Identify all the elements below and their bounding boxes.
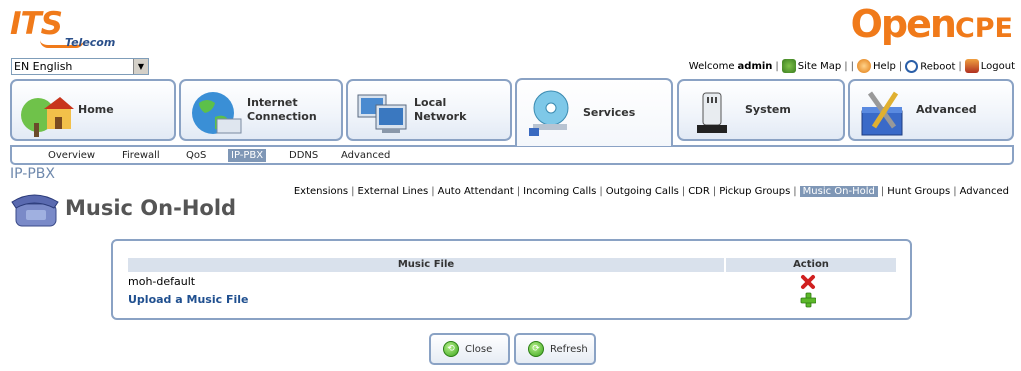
page-link-external-lines[interactable]: External Lines — [358, 186, 429, 197]
music-file-panel: Music File Action moh-default Upload a M… — [111, 239, 912, 320]
page-link-music-on-hold[interactable]: Music On-Hold — [799, 186, 878, 197]
username: admin — [737, 60, 773, 72]
reboot-link[interactable]: Reboot — [905, 59, 955, 73]
page-link-auto-attendant[interactable]: Auto Attendant — [438, 186, 514, 197]
help-link[interactable]: Help — [857, 59, 896, 73]
subnav-item-qos[interactable]: QoS — [186, 150, 206, 161]
page-link-hunt-groups[interactable]: Hunt Groups — [887, 186, 950, 197]
tab-system-label: System — [745, 103, 791, 116]
tab-advanced-label: Advanced — [916, 103, 977, 116]
add-icon[interactable] — [800, 292, 816, 308]
opencpe-open-text: Open — [850, 2, 957, 46]
opencpe-logo: OpenCPE — [851, 2, 1013, 46]
page-link-incoming-calls[interactable]: Incoming Calls — [523, 186, 596, 197]
refresh-button-label: Refresh — [550, 343, 588, 355]
subnav-item-firewall[interactable]: Firewall — [122, 150, 160, 161]
column-music-file: Music File — [128, 258, 724, 272]
table-row-file-name: moh-default — [128, 275, 196, 288]
subnav-item-ip-pbx[interactable]: IP-PBX — [228, 149, 267, 162]
page-link-pickup-groups[interactable]: Pickup Groups — [719, 186, 790, 197]
close-button[interactable]: ⟲ Close — [429, 333, 510, 365]
close-icon: ⟲ — [443, 341, 459, 357]
site-map-icon — [781, 59, 796, 73]
close-button-label: Close — [465, 343, 493, 355]
page-link-cdr[interactable]: CDR — [688, 186, 710, 197]
tab-home[interactable]: Home — [10, 79, 176, 141]
home-icon — [21, 97, 74, 137]
its-logo-text: ITS — [10, 6, 63, 42]
its-telecom-logo: ITS Telecom — [10, 6, 130, 52]
subnav-item-overview[interactable]: Overview — [48, 150, 95, 161]
logout-icon — [964, 59, 979, 73]
services-disc-icon — [529, 90, 569, 136]
logout-link[interactable]: Logout — [964, 59, 1015, 73]
page-link-advanced[interactable]: Advanced — [960, 186, 1009, 197]
tab-system[interactable]: System — [677, 79, 845, 141]
computers-icon — [357, 94, 407, 133]
tab-services[interactable]: Services — [515, 78, 673, 146]
power-icon — [905, 59, 919, 73]
tab-services-label: Services — [583, 106, 636, 119]
opencpe-cpe-text: CPE — [954, 13, 1013, 44]
page-link-outgoing-calls[interactable]: Outgoing Calls — [606, 186, 679, 197]
welcome-text: Welcome — [688, 60, 735, 72]
sub-navigation: Overview Firewall QoS IP-PBX DDNS Advanc… — [10, 145, 1014, 165]
upload-music-file-link[interactable]: Upload a Music File — [128, 293, 248, 306]
chevron-down-icon[interactable]: ▼ — [133, 59, 148, 74]
delete-icon[interactable] — [800, 274, 816, 290]
subnav-item-ddns[interactable]: DDNS — [289, 150, 318, 161]
section-label: IP-PBX — [10, 166, 55, 182]
subnav-item-advanced[interactable]: Advanced — [341, 150, 390, 161]
column-action: Action — [726, 258, 896, 272]
help-icon — [857, 59, 872, 73]
page-title: Music On-Hold — [65, 196, 237, 220]
telecom-logo-text: Telecom — [65, 36, 116, 49]
tools-icon — [861, 91, 903, 136]
tab-internet-connection[interactable]: Internet Connection — [179, 79, 343, 141]
language-select[interactable]: EN English ▼ — [11, 58, 149, 75]
tab-home-label: Home — [78, 103, 114, 116]
tab-internet-connection-label: Internet Connection — [247, 96, 317, 123]
globe-icon — [192, 92, 242, 134]
language-select-value: EN English — [14, 60, 73, 73]
page-links: Extensions | External Lines | Auto Attenda… — [293, 186, 1009, 197]
top-links-bar: Welcome admin | Site Map | | Help | Rebo… — [688, 59, 1015, 73]
system-device-icon — [697, 92, 727, 133]
tab-advanced[interactable]: Advanced — [848, 79, 1014, 141]
phone-icon — [11, 194, 59, 227]
tab-local-network-label: Local Network — [414, 96, 467, 123]
refresh-icon: ⟳ — [528, 341, 544, 357]
page-link-extensions[interactable]: Extensions — [294, 186, 348, 197]
site-map-link[interactable]: Site Map — [781, 59, 841, 73]
refresh-button[interactable]: ⟳ Refresh — [514, 333, 596, 365]
tab-local-network[interactable]: Local Network — [346, 79, 512, 141]
table-header: Music File Action — [128, 258, 896, 272]
